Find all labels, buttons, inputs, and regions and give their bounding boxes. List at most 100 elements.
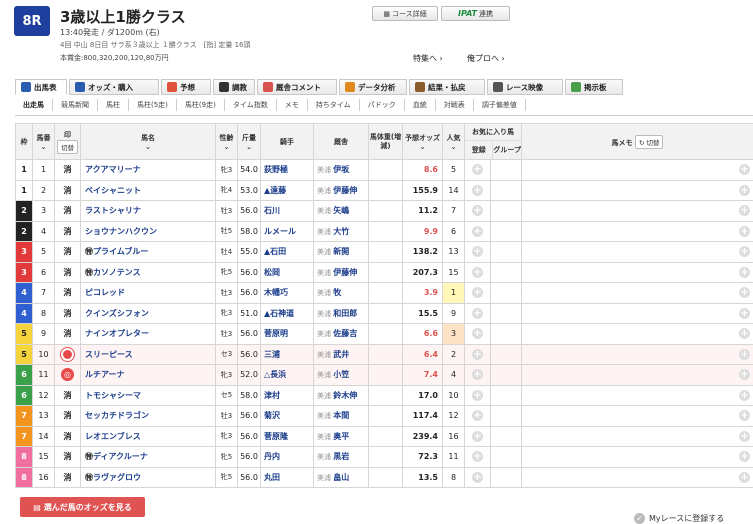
add-favorite-icon[interactable]: + [472,184,483,196]
subtab-5[interactable]: タイム指数 [225,99,277,111]
jockey-cell[interactable]: △長浜 [260,364,314,386]
memo-cell[interactable]: + [521,200,753,222]
add-memo-icon[interactable]: + [739,307,750,319]
jockey-cell[interactable]: ▲遠藤 [260,179,314,201]
subtab-11[interactable]: 調子偏差値 [474,99,526,111]
subtab-9[interactable]: 血統 [405,99,436,111]
add-memo-icon[interactable]: + [739,451,750,463]
add-memo-icon[interactable]: + [739,266,750,278]
mark-cell-value[interactable]: 消 [64,411,72,420]
horse-name-cell[interactable]: ナインオプレター [80,323,216,345]
add-favorite-icon[interactable]: + [472,389,483,401]
memo-cell[interactable]: + [521,241,753,263]
add-memo-icon[interactable]: + [739,184,750,196]
mark-cell[interactable]: 消 [54,323,81,345]
trainer-cell[interactable]: 美浦 伊坂 [313,159,369,181]
mark-cell-value[interactable]: 消 [64,329,72,338]
horse-name[interactable]: ラヴァグロウ [93,473,141,482]
mark-cell-value[interactable]: 消 [64,288,72,297]
add-favorite-icon[interactable]: + [472,471,483,483]
horse-name[interactable]: セッカチドラゴン [85,411,149,420]
horse-name[interactable]: ルチアーナ [85,370,125,379]
fav-register-cell[interactable]: + [464,261,491,283]
subtab-6[interactable]: メモ [277,99,308,111]
trainer-name[interactable]: 鈴木伸 [333,391,357,400]
tab-6[interactable]: 結果・払戻 [409,79,485,95]
mark-cell-value[interactable]: 消 [64,227,72,236]
add-memo-icon[interactable]: + [739,225,750,237]
horse-name-cell[interactable]: スリーピース [80,343,216,365]
jockey-cell[interactable]: 丹内 [260,446,314,468]
selected-odds-button[interactable]: ▤ 選んだ馬のオッズを見る [20,497,145,517]
fav-register-cell[interactable]: + [464,466,491,488]
jockey-cell[interactable]: 石川 [260,200,314,222]
trainer-name[interactable]: 牧 [333,288,341,297]
jockey-cell[interactable]: 菅原隆 [260,425,314,447]
trainer-name[interactable]: 奥平 [333,432,349,441]
horse-name-cell[interactable]: ㊕プライムブルー [80,241,216,263]
mark-cell[interactable]: 消 [54,159,81,181]
jockey-cell[interactable]: 三浦 [260,343,314,365]
tab-5[interactable]: データ分析 [339,79,407,95]
memo-cell[interactable]: + [521,282,753,304]
tab-3[interactable]: 調教 [213,79,255,95]
trainer-cell[interactable]: 美浦 新開 [313,241,369,263]
trainer-cell[interactable]: 美浦 牧 [313,282,369,304]
horse-name[interactable]: ベイシャニット [85,186,141,195]
trainer-cell[interactable]: 美浦 黒岩 [313,446,369,468]
trainer-name[interactable]: 矢嶋 [333,206,349,215]
mark-cell-value[interactable]: 消 [64,473,72,482]
mark-cell[interactable]: ◎ [54,364,81,386]
horse-name-cell[interactable]: ベイシャニット [80,179,216,201]
ipat-link-button[interactable]: IPAT 連携 [441,6,510,21]
add-favorite-icon[interactable]: + [472,225,483,237]
trainer-name[interactable]: 佐藤吉 [333,329,357,338]
trainer-name[interactable]: 新開 [333,247,349,256]
add-favorite-icon[interactable]: + [472,348,483,360]
horse-name[interactable]: ショウナンハクウン [85,227,157,236]
jockey-cell[interactable]: 丸田 [260,466,314,488]
trainer-name[interactable]: 武井 [333,350,349,359]
add-memo-icon[interactable]: + [739,430,750,442]
special-feature-link[interactable]: 特集へ › [413,53,443,64]
mark-cell[interactable] [54,343,81,365]
tab-8[interactable]: 掲示板 [565,79,623,95]
trainer-cell[interactable]: 美浦 佐藤吉 [313,323,369,345]
subtab-1[interactable]: 競馬新聞 [53,99,98,111]
add-favorite-icon[interactable]: + [472,266,483,278]
tab-1[interactable]: オッズ・購入 [69,79,159,95]
horse-name-cell[interactable]: ピコレッド [80,282,216,304]
horse-name[interactable]: トモシャシーマ [85,391,141,400]
trainer-cell[interactable]: 美浦 小笠 [313,364,369,386]
add-memo-icon[interactable]: + [739,410,750,422]
add-favorite-icon[interactable]: + [472,246,483,258]
add-memo-icon[interactable]: + [739,369,750,381]
fav-register-cell[interactable]: + [464,302,491,324]
memo-cell[interactable]: + [521,343,753,365]
fav-register-cell[interactable]: + [464,384,491,406]
horse-name-cell[interactable]: ラストシャリナ [80,200,216,222]
mark-cell[interactable]: 消 [54,220,81,242]
mark-cell-value[interactable]: 消 [64,206,72,215]
mark-cell-value[interactable]: 消 [64,309,72,318]
mark-cell[interactable]: 消 [54,302,81,324]
add-favorite-icon[interactable]: + [472,369,483,381]
fav-register-cell[interactable]: + [464,425,491,447]
memo-cell[interactable]: + [521,466,753,488]
memo-cell[interactable]: + [521,302,753,324]
horse-name[interactable]: スリーピース [85,350,133,359]
add-memo-icon[interactable]: + [739,164,750,176]
jockey-cell[interactable]: ▲石田 [260,241,314,263]
mark-cell-value[interactable]: 消 [64,268,72,277]
horse-name-cell[interactable]: レオエンブレス [80,425,216,447]
fav-register-cell[interactable]: + [464,159,491,181]
mark-cell[interactable]: 消 [54,425,81,447]
horse-name[interactable]: ラストシャリナ [85,206,141,215]
subtab-0[interactable]: 出走馬 [15,99,53,111]
memo-cell[interactable]: + [521,179,753,201]
memo-toggle-button[interactable]: ↻ 切替 [634,134,664,149]
fav-register-cell[interactable]: + [464,220,491,242]
horse-name[interactable]: アクアマリーナ [85,165,141,174]
add-memo-icon[interactable]: + [739,389,750,401]
fav-register-cell[interactable]: + [464,200,491,222]
